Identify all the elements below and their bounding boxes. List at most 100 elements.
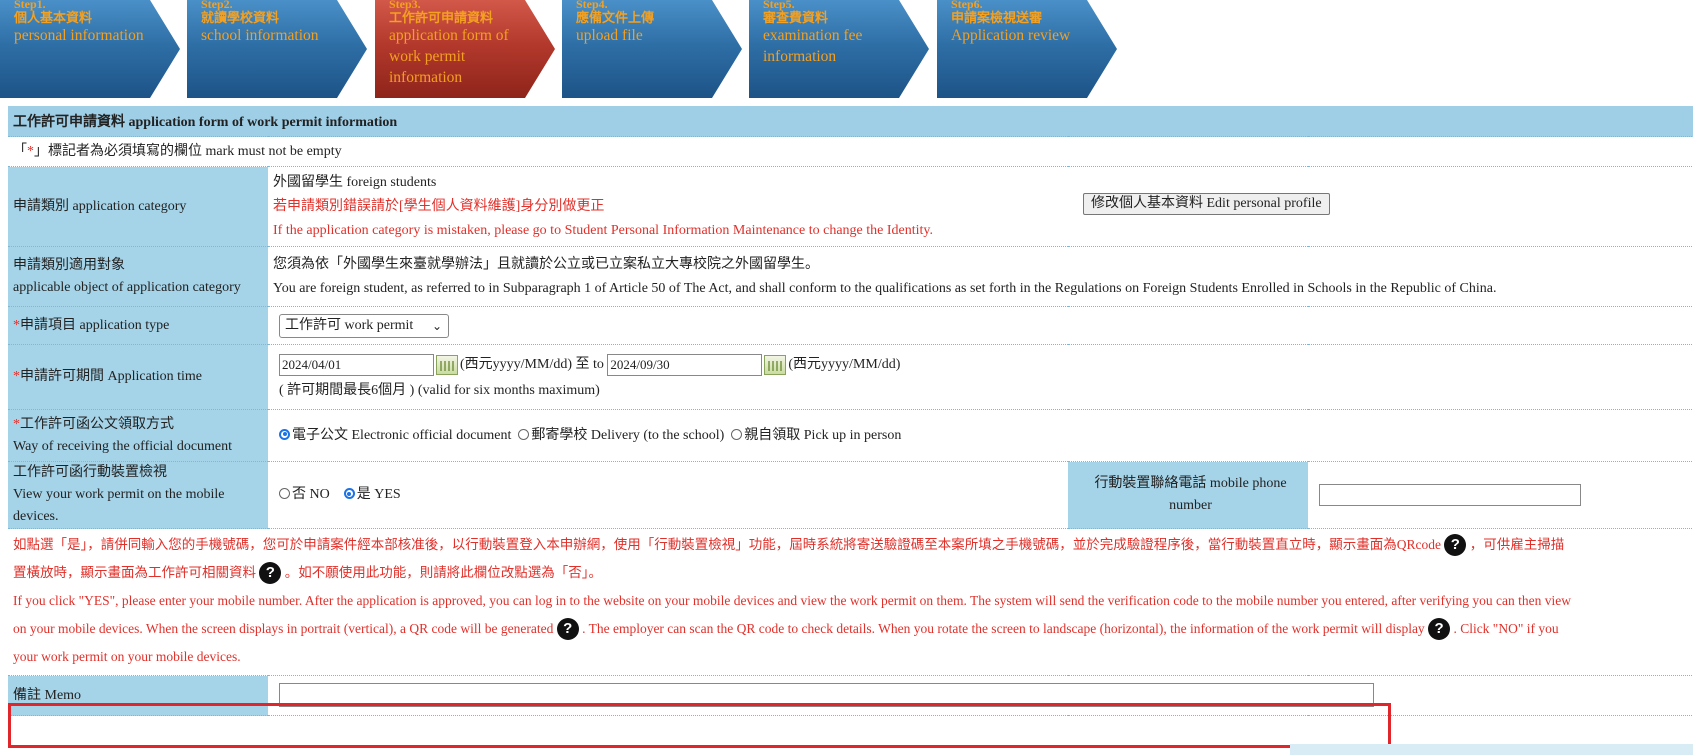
note-en-part-1: If you click "YES", please enter your mo…	[13, 593, 1571, 608]
note-zh-part-3: 置橫放時，顯示畫面為工作許可相關資料	[13, 565, 256, 580]
option-mobile-yes[interactable]: 是 YES	[357, 487, 401, 502]
required-star: *	[13, 317, 20, 333]
step-4-upload-file[interactable]: Step4. 應備文件上傳 upload file	[562, 0, 742, 98]
help-question-icon[interactable]: ?	[556, 618, 579, 640]
required-fields-note: 「*」標記者為必須填寫的欄位 mark must not be empty	[8, 136, 1693, 167]
applicable-object-cell: 您須為依「外國學生來臺就學辦法」且就讀於公立或已立案私立大專校院之外國留學生。 …	[268, 246, 1693, 307]
application-type-selected: 工作許可 work permit	[285, 317, 414, 333]
application-type-label-text: 申請項目 application type	[20, 317, 170, 333]
required-star: *	[27, 143, 34, 159]
note-zh-part-4: 。如不願使用此功能，則請將此欄位改點選為「否」。	[284, 565, 602, 580]
step-2-school-information[interactable]: Step2. 就讀學校資料 school information	[187, 0, 367, 98]
step-number: Step6.	[951, 0, 983, 11]
mobile-view-cell: 否 NO 是 YES	[268, 461, 1068, 529]
memo-input[interactable]	[279, 683, 1374, 708]
step-number: Step3.	[389, 0, 421, 11]
receive-method-label: *工作許可函公文領取方式 Way of receiving the offici…	[8, 409, 268, 462]
note-en-part-2: on your mobile devices. When the screen …	[13, 621, 554, 636]
calendar-icon[interactable]	[764, 354, 787, 375]
required-star: *	[13, 369, 20, 384]
step-number: Step1.	[14, 0, 46, 11]
application-time-cell: 2024/04/01 (西元yyyy/MM/dd) 至 to 2024/09/30…	[268, 344, 1693, 410]
option-delivery-to-school[interactable]: 郵寄學校 Delivery (to the school)	[531, 428, 724, 443]
step-number: Step5.	[763, 0, 795, 11]
category-warning-zh: 若申請類別錯誤請於[學生個人資料維護]身分別做更正	[273, 198, 605, 214]
mobile-phone-input[interactable]	[1319, 483, 1581, 506]
date-range-separator: 至 to	[575, 357, 604, 372]
applicable-object-label: 申請類別適用對象 applicable object of applicatio…	[8, 246, 268, 307]
required-star: *	[13, 416, 20, 432]
receive-method-label-en: Way of receiving the official document	[13, 438, 233, 454]
step-title-en: Application review	[951, 27, 1071, 44]
application-time-label: *申請許可期間 Application time	[8, 344, 268, 410]
date-format-hint: (西元yyyy/MM/dd)	[788, 357, 901, 372]
period-max-hint: ( 許可期間最長6個月 ) (valid for six months maxi…	[279, 383, 600, 398]
step-title-zh: 應備文件上傳	[576, 10, 655, 25]
mobile-view-label: 工作許可函行動裝置檢視 View your work permit on the…	[8, 461, 268, 529]
form-bottom-strip	[1290, 744, 1693, 755]
step-title-zh: 個人基本資料	[14, 10, 93, 25]
memo-cell	[268, 675, 1693, 716]
mobile-phone-label: 行動裝置聯絡電話 mobile phone number	[1068, 461, 1308, 529]
radio-mobile-yes[interactable]	[343, 488, 355, 500]
note-en-part-4: . Click "NO" if you	[1453, 621, 1559, 636]
step-title-zh: 審查費資料	[763, 10, 829, 25]
category-warning-en: If the application category is mistaken,…	[273, 222, 934, 238]
memo-label: 備註 Memo	[8, 675, 268, 716]
radio-electronic-document[interactable]	[279, 428, 290, 440]
radio-pick-up-in-person[interactable]	[731, 428, 743, 440]
step-title-en: examination fee information	[763, 27, 863, 65]
applicable-object-label-zh: 申請類別適用對象	[13, 257, 125, 273]
step-title-en: personal information	[14, 27, 144, 44]
mobile-view-label-en: View your work permit on the mobile devi…	[13, 487, 225, 524]
application-category-value: 外國留學生 foreign students	[273, 174, 437, 190]
note-zh-part-2: ，可供雇主掃描	[1469, 537, 1565, 552]
application-time-label-text: 申請許可期間 Application time	[20, 369, 202, 384]
help-question-icon[interactable]: ?	[1428, 618, 1451, 640]
option-mobile-no[interactable]: 否 NO	[292, 487, 330, 502]
work-permit-form: 工作許可申請資料 application form of work permit…	[8, 106, 1693, 716]
step-title-zh: 工作許可申請資料	[389, 10, 494, 25]
receive-method-label-zh: 工作許可函公文領取方式	[20, 416, 174, 432]
mobile-phone-cell	[1308, 461, 1693, 529]
help-question-icon[interactable]: ?	[259, 562, 282, 584]
note-open-bracket: 「	[13, 143, 27, 159]
edit-personal-profile-button[interactable]: 修改個人基本資料 Edit personal profile	[1083, 193, 1330, 215]
step-3-work-permit-application[interactable]: Step3. 工作許可申請資料 application form of work…	[375, 0, 555, 98]
chevron-down-icon: ⌄	[431, 318, 442, 333]
application-category-cell: 外國留學生 foreign students 若申請類別錯誤請於[學生個人資料維…	[268, 166, 1693, 247]
radio-mobile-no[interactable]	[279, 488, 290, 500]
note-zh-part-1: 如點選「是」，請併同輸入您的手機號碼，您可於申請案件經本部核准後，以行動裝置登入…	[13, 537, 1441, 552]
date-format-hint: (西元yyyy/MM/dd)	[460, 357, 572, 372]
end-date-input[interactable]: 2024/09/30	[607, 353, 763, 376]
step-6-application-review[interactable]: Step6. 申請案檢視送審 Application review	[937, 0, 1117, 98]
step-title-en: school information	[201, 27, 319, 44]
calendar-icon[interactable]	[436, 354, 458, 375]
application-type-cell: 工作許可 work permit ⌄	[268, 306, 1693, 345]
radio-delivery-to-school[interactable]	[518, 428, 530, 440]
option-pick-up-in-person[interactable]: 親自領取 Pick up in person	[744, 428, 901, 443]
step-title-en: application form of work permit informat…	[389, 27, 509, 86]
note-en-part-5: your work permit on your mobile devices.	[13, 649, 241, 664]
step-number: Step4.	[576, 0, 608, 11]
step-5-examination-fee[interactable]: Step5. 審查費資料 examination fee information	[749, 0, 929, 98]
step-1-personal-information[interactable]: Step1. 個人基本資料 personal information	[0, 0, 180, 98]
application-category-label: 申請類別 application category	[8, 166, 268, 247]
step-progress-bar: Step1. 個人基本資料 personal information Step2…	[0, 0, 1693, 100]
option-electronic-document[interactable]: 電子公文 Electronic official document	[292, 428, 511, 443]
step-title-zh: 就讀學校資料	[201, 10, 280, 25]
receive-method-cell: 電子公文 Electronic official document 郵寄學校 D…	[268, 409, 1693, 462]
help-question-icon[interactable]: ?	[1444, 534, 1467, 556]
start-date-input[interactable]: 2024/04/01	[279, 353, 434, 376]
form-section-title: 工作許可申請資料 application form of work permit…	[8, 106, 1693, 137]
note-en-part-3: . The employer can scan the QR code to c…	[582, 621, 1425, 636]
application-type-label: *申請項目 application type	[8, 306, 268, 345]
applicable-object-text-zh: 您須為依「外國學生來臺就學辦法」且就讀於公立或已立案私立大專校院之外國留學生。	[273, 256, 819, 272]
step-number: Step2.	[201, 0, 233, 11]
mobile-view-label-zh: 工作許可函行動裝置檢視	[13, 465, 167, 480]
step-title-zh: 申請案檢視送審	[951, 10, 1043, 25]
applicable-object-text-en: You are foreign student, as referred to …	[273, 280, 1497, 296]
applicable-object-label-en: applicable object of application categor…	[13, 279, 241, 295]
step-title-en: upload file	[576, 27, 643, 44]
application-type-select[interactable]: 工作許可 work permit ⌄	[279, 313, 449, 338]
